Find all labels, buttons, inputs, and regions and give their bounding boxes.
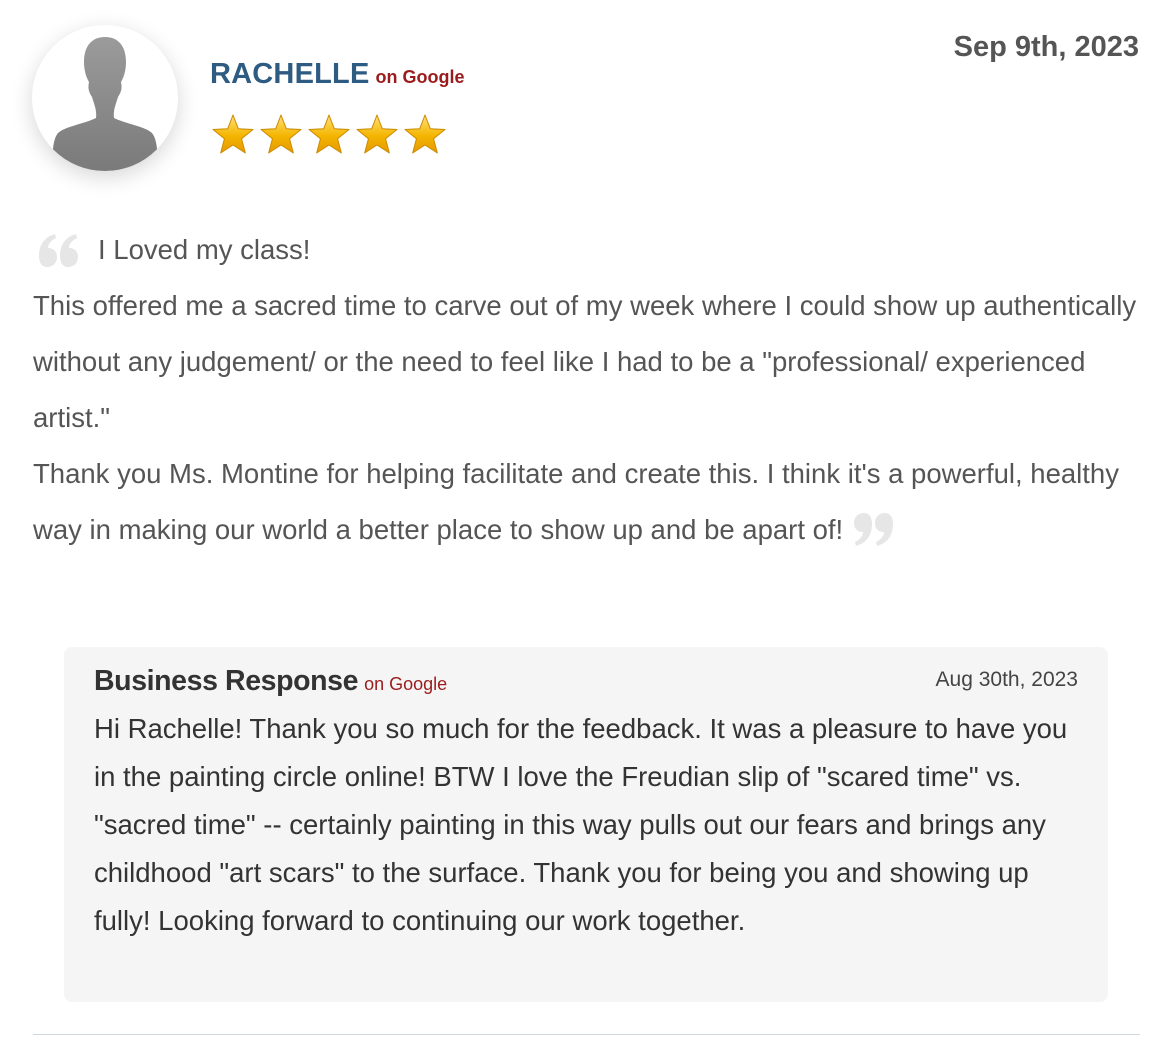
response-title: Business Response [94, 665, 359, 697]
review-paragraph-text: Thank you Ms. Montine for helping facili… [33, 458, 1119, 545]
business-response: Business Response on Google Aug 30th, 202… [64, 647, 1108, 1002]
response-heading: Business Response on Google [94, 665, 447, 698]
review-divider [33, 1034, 1140, 1035]
reviewer-avatar [32, 25, 178, 171]
star-rating [210, 112, 448, 158]
star-icon [404, 114, 446, 154]
response-date: Aug 30th, 2023 [935, 668, 1078, 691]
review-paragraph: This offered me a sacred time to carve o… [33, 290, 1137, 433]
review-paragraph: I Loved my class! [98, 234, 311, 265]
review-paragraph: Thank you Ms. Montine for helping facili… [33, 446, 1143, 558]
response-text: Hi Rachelle! Thank you so much for the f… [94, 713, 1068, 936]
person-silhouette-icon [52, 37, 158, 171]
review-source: on Google [375, 67, 465, 87]
review-text: I Loved my class! This offered me a sacr… [33, 222, 1143, 558]
star-icon [308, 114, 350, 154]
reviewer-heading: RACHELLE on Google [210, 58, 465, 91]
star-icon [260, 114, 302, 154]
star-icon [212, 114, 254, 154]
response-source: on Google [364, 674, 448, 694]
star-icon [356, 114, 398, 154]
review-date: Sep 9th, 2023 [953, 31, 1139, 63]
reviewer-name: RACHELLE [210, 58, 370, 90]
close-quote-icon [854, 512, 894, 546]
review-card: RACHELLE on Google Sep 9th, 2023 I Loved … [0, 0, 1176, 1054]
